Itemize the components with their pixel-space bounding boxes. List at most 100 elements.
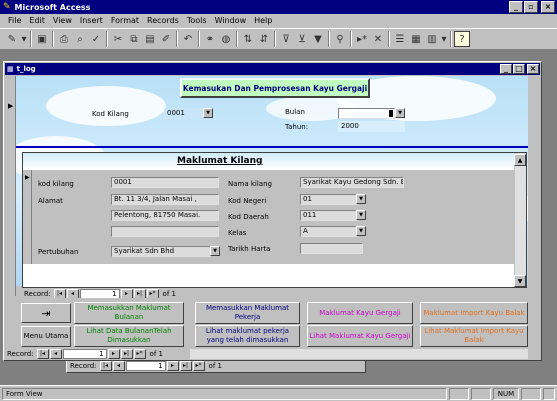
kelas-dropdown-icon[interactable]: ▼ bbox=[356, 226, 366, 236]
sort-descending-icon[interactable]: ⇵ bbox=[256, 31, 272, 47]
form-maximize-button[interactable]: □ bbox=[513, 64, 525, 74]
menu-format[interactable]: Format bbox=[111, 16, 139, 26]
bulan-dropdown-icon[interactable]: ▼ bbox=[395, 108, 405, 118]
undo-icon[interactable]: ↶ bbox=[180, 31, 196, 47]
bulan-selection-marker bbox=[389, 110, 393, 117]
filter-by-form-icon[interactable]: ⊻ bbox=[294, 31, 310, 47]
tahun-field[interactable]: 2000 bbox=[338, 121, 405, 132]
menu-utama-button[interactable]: Menu Utama bbox=[21, 326, 71, 347]
lihat-kayu-button[interactable]: Lihat Maklumat Kayu Gergaji bbox=[307, 325, 413, 347]
sub-kod-kilang-field[interactable]: 0001 bbox=[111, 177, 219, 188]
paste-icon[interactable]: ▤ bbox=[142, 31, 158, 47]
app-close-button[interactable]: × bbox=[541, 1, 555, 13]
save-icon[interactable]: ▣ bbox=[34, 31, 50, 47]
previous-record-button[interactable]: ◂ bbox=[112, 361, 125, 371]
apply-filter-icon[interactable]: ▼ bbox=[310, 31, 326, 47]
lihat-import-label: Lihat Maklumat Import Kayu Balak bbox=[424, 327, 524, 344]
background-record-number[interactable]: 1 bbox=[125, 361, 166, 371]
kod-daerah-label: Kod Daerah bbox=[228, 213, 269, 221]
delete-record-icon[interactable]: ✕ bbox=[370, 31, 386, 47]
filter-by-selection-icon[interactable]: ⊽ bbox=[278, 31, 294, 47]
lihat-pekerja-button[interactable]: Lihat maklumat pekerja yang telah dimasu… bbox=[195, 325, 300, 347]
first-record-button[interactable]: |◂ bbox=[99, 361, 112, 371]
app-minimize-button[interactable]: _ bbox=[509, 1, 523, 13]
subform-vertical-scrollbar[interactable] bbox=[514, 153, 526, 287]
masukkan-pekerja-button[interactable]: Memasukkan Maklumat Pekerja bbox=[195, 302, 300, 324]
menu-file[interactable]: File bbox=[8, 16, 21, 26]
kelas-combo[interactable]: A bbox=[300, 226, 357, 237]
maklumat-import-button[interactable]: Maklumat Import Kayu Balak bbox=[420, 302, 528, 324]
sort-ascending-icon[interactable]: ⇅ bbox=[240, 31, 256, 47]
app-title-bar: ✎ Microsoft Access _ ▫ × bbox=[0, 0, 557, 14]
menu-insert[interactable]: Insert bbox=[80, 16, 103, 26]
print-icon[interactable]: ⎙ bbox=[56, 31, 72, 47]
pertubuhan-combo[interactable]: Syarikat Sdn Bhd bbox=[111, 246, 211, 257]
kod-daerah-combo[interactable]: 011 bbox=[300, 210, 357, 221]
app-restore-button[interactable]: ▫ bbox=[524, 1, 538, 13]
main-record-number[interactable]: 1 bbox=[62, 349, 107, 359]
view-icon[interactable]: ✎ bbox=[4, 31, 20, 47]
alamat-line-2-field[interactable]: Pelentong, 81750 Masai. bbox=[111, 210, 219, 221]
menu-help[interactable]: Help bbox=[254, 16, 272, 26]
subform-record-selector[interactable] bbox=[23, 170, 32, 264]
web-toolbar-icon[interactable]: ◍ bbox=[218, 31, 234, 47]
status-num: NUM bbox=[497, 389, 515, 398]
kod-negeri-dropdown-icon[interactable]: ▼ bbox=[356, 194, 366, 204]
new-record-icon[interactable]: ▸* bbox=[354, 31, 370, 47]
copy-icon[interactable]: ⧉ bbox=[126, 31, 142, 47]
lihat-bulanan-button[interactable]: Lihat Data BulananTelah Dimasukkan bbox=[74, 325, 184, 347]
kod-kilang-dropdown-icon[interactable]: ▼ bbox=[203, 108, 213, 118]
main-next-record-button[interactable]: ▸ bbox=[107, 349, 120, 359]
database-window-icon[interactable]: ▦ bbox=[408, 31, 424, 47]
next-record-button[interactable]: ▸ bbox=[166, 361, 179, 371]
help-icon[interactable]: ? bbox=[454, 31, 470, 47]
new-object-dropdown-icon[interactable]: ▾ bbox=[440, 31, 448, 47]
scroll-up-icon[interactable]: ▲ bbox=[514, 154, 526, 166]
properties-icon[interactable]: ☰ bbox=[392, 31, 408, 47]
main-last-record-button[interactable]: ▸| bbox=[120, 349, 133, 359]
main-record-navigator: Record: |◂ ◂ 1 ▸ ▸| ▸* of 1 bbox=[7, 349, 163, 359]
nama-kilang-label: Nama kilang bbox=[228, 180, 272, 188]
maklumat-kayu-button[interactable]: Maklumat Kayu Gergaji bbox=[307, 302, 413, 324]
last-record-button[interactable]: ▸| bbox=[179, 361, 192, 371]
nama-kilang-field[interactable]: Syarikat Kayu Gedong Sdn. B bbox=[300, 177, 404, 188]
dropdown-arrow-icon[interactable]: ▾ bbox=[20, 31, 28, 47]
background-record-navigator: Record: |◂ ◂ 1 ▸ ▸| ▸* of 1 bbox=[70, 361, 222, 371]
form-close-button[interactable]: × bbox=[527, 64, 539, 74]
status-text-panel: Form View bbox=[2, 387, 447, 400]
format-painter-icon[interactable]: ✐ bbox=[158, 31, 174, 47]
lihat-import-button[interactable]: Lihat Maklumat Import Kayu Balak bbox=[420, 325, 528, 347]
main-horizontal-scrollbar[interactable] bbox=[190, 349, 528, 359]
insert-hyperlink-icon[interactable]: ⚭ bbox=[202, 31, 218, 47]
kod-negeri-combo[interactable]: 01 bbox=[300, 194, 357, 205]
cut-icon[interactable]: ✂ bbox=[110, 31, 126, 47]
new-object-icon[interactable]: ▥ bbox=[424, 31, 440, 47]
main-previous-record-button[interactable]: ◂ bbox=[49, 349, 62, 359]
alamat-label: Alamat bbox=[38, 197, 63, 205]
pertubuhan-dropdown-icon[interactable]: ▼ bbox=[210, 246, 220, 256]
exit-button[interactable]: ⇥ bbox=[21, 303, 71, 323]
print-preview-icon[interactable]: ⌕ bbox=[72, 31, 88, 47]
scroll-down-icon[interactable]: ▼ bbox=[514, 275, 526, 287]
spelling-icon[interactable]: ✓ bbox=[88, 31, 104, 47]
masukkan-bulanan-button[interactable]: Memasukkan Maklumat Bulanan bbox=[74, 302, 184, 324]
kod-kilang-combo[interactable]: 0001 bbox=[164, 108, 204, 119]
form-minimize-button[interactable]: _ bbox=[500, 64, 512, 74]
alamat-line-1-field[interactable]: Bt. 11 3/4, Jalan Masai , bbox=[111, 194, 219, 205]
tarikh-harta-field[interactable] bbox=[300, 243, 363, 254]
toolbar: ✎ ▾ ▣ ⎙ ⌕ ✓ ✂ ⧉ ▤ ✐ ↶ ⚭ ◍ ⇅ ⇵ ⊽ ⊻ ▼ ⚲ ▸* … bbox=[0, 28, 557, 50]
subform-header bbox=[23, 153, 514, 169]
bulan-combo[interactable] bbox=[338, 108, 395, 119]
kod-daerah-dropdown-icon[interactable]: ▼ bbox=[356, 210, 366, 220]
menu-window[interactable]: Window bbox=[215, 16, 247, 26]
menu-edit[interactable]: Edit bbox=[29, 16, 45, 26]
main-first-record-button[interactable]: |◂ bbox=[36, 349, 49, 359]
find-icon[interactable]: ⚲ bbox=[332, 31, 348, 47]
new-record-button[interactable]: ▸* bbox=[192, 361, 205, 371]
menu-tools[interactable]: Tools bbox=[187, 16, 207, 26]
alamat-line-3-field[interactable] bbox=[111, 226, 219, 237]
menu-view[interactable]: View bbox=[53, 16, 72, 26]
menu-records[interactable]: Records bbox=[147, 16, 179, 26]
subform-record-label: Record: bbox=[24, 290, 51, 298]
main-new-record-button[interactable]: ▸* bbox=[133, 349, 146, 359]
